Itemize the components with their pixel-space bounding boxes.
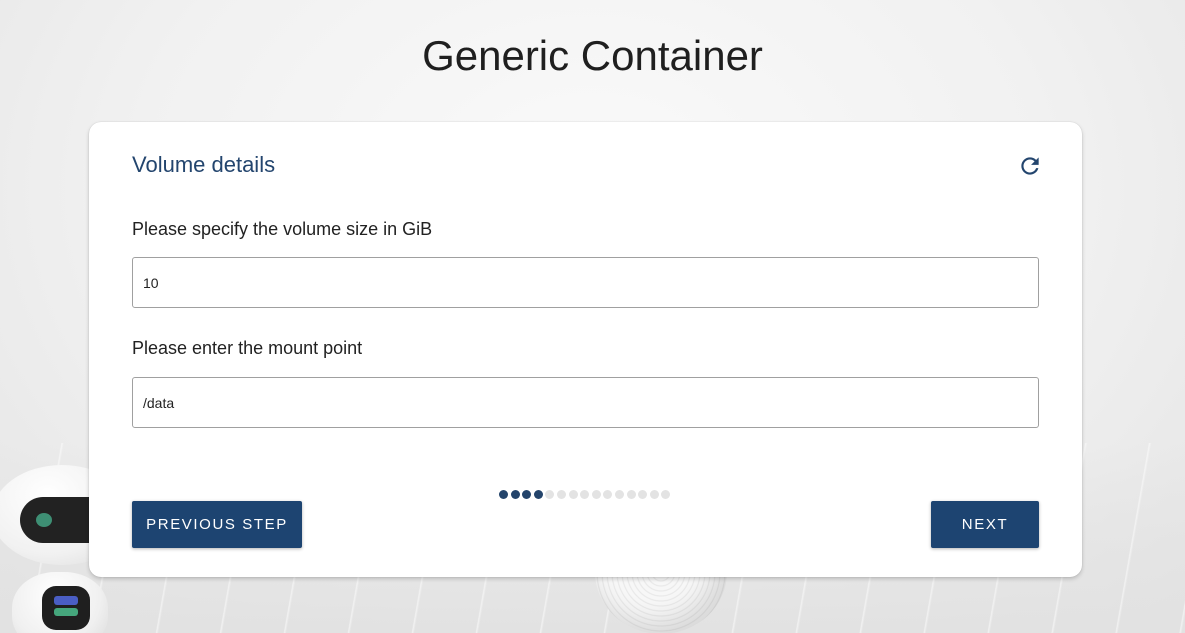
refresh-icon xyxy=(1017,157,1043,182)
progress-dot-complete xyxy=(499,490,508,499)
next-button[interactable]: NEXT xyxy=(931,501,1039,548)
progress-dot-pending xyxy=(638,490,648,499)
progress-dot-pending xyxy=(661,490,671,499)
card-title: Volume details xyxy=(132,152,276,177)
robot-illustration-small xyxy=(12,572,108,633)
progress-dot-complete xyxy=(533,490,543,499)
volume-size-label: Please specify the volume size in GiB xyxy=(132,219,433,239)
wizard-card: Volume details Please specify the volume… xyxy=(89,122,1082,577)
previous-step-button[interactable]: PREVIOUS STEP xyxy=(132,501,302,548)
progress-dot-pending xyxy=(614,490,624,499)
progress-dot-pending xyxy=(626,490,636,499)
progress-dot-pending xyxy=(568,490,578,499)
refresh-button[interactable] xyxy=(1017,153,1043,179)
progress-dot-pending xyxy=(545,490,555,499)
progress-dot-pending xyxy=(649,490,659,499)
progress-dot-pending xyxy=(591,490,601,499)
progress-dot-pending xyxy=(580,490,590,499)
volume-size-input[interactable] xyxy=(132,257,1039,308)
step-progress-indicator xyxy=(499,490,671,499)
page-title: Generic Container xyxy=(422,32,763,79)
progress-dot-complete xyxy=(522,490,532,499)
mount-point-input[interactable] xyxy=(132,377,1039,428)
progress-dot-complete xyxy=(510,490,520,499)
progress-dot-pending xyxy=(556,490,566,499)
progress-dot-pending xyxy=(603,490,613,499)
mount-point-label: Please enter the mount point xyxy=(132,338,363,358)
